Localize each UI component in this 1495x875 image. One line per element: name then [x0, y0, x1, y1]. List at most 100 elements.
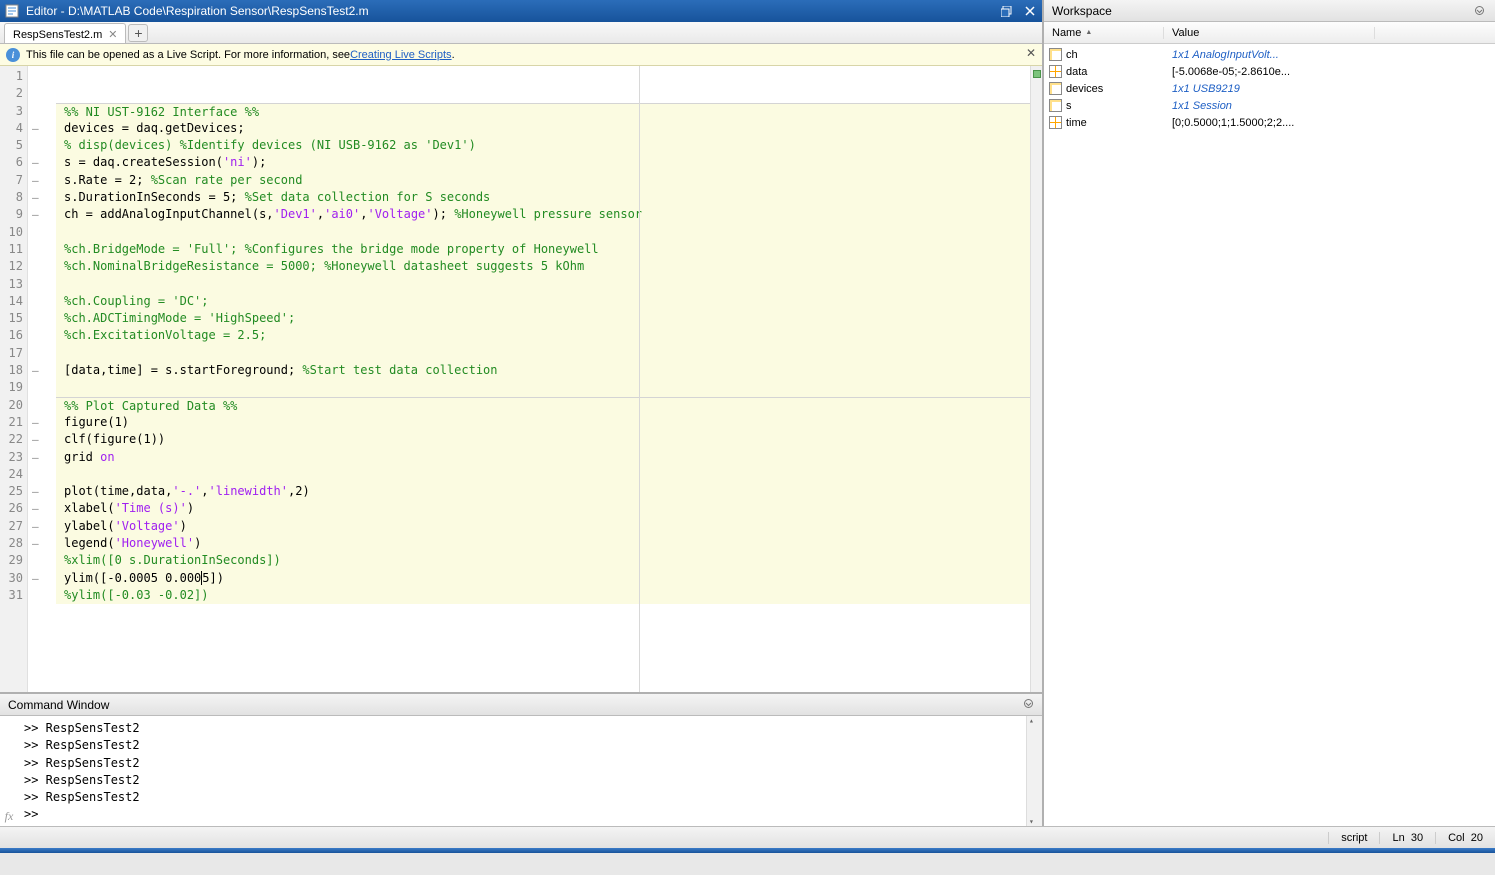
restore-down-icon[interactable] [998, 3, 1014, 19]
text-caret [201, 571, 202, 585]
fold-mark [28, 397, 56, 414]
code-line[interactable]: s = daq.createSession('ni'); [56, 154, 1030, 171]
line-number: 27 [0, 518, 27, 535]
tab-add-button[interactable]: + [128, 24, 148, 42]
workspace-menu-icon[interactable] [1471, 3, 1487, 19]
notice-close-icon[interactable]: ✕ [1026, 46, 1036, 60]
command-window-body[interactable]: fx >> RespSensTest2>> RespSensTest2>> Re… [0, 716, 1042, 826]
command-history-line[interactable]: >> RespSensTest2 [18, 720, 1026, 737]
code-line[interactable]: figure(1) [56, 414, 1030, 431]
fold-mark[interactable]: – [28, 120, 56, 137]
fold-mark[interactable]: – [28, 414, 56, 431]
workspace-var-row[interactable]: time[0;0.5000;1;1.5000;2;2.... [1044, 114, 1495, 131]
code-line[interactable]: %% Plot Captured Data %% [56, 397, 1030, 414]
code-line[interactable]: %ch.ADCTimingMode = 'HighSpeed'; [56, 310, 1030, 327]
line-number: 11 [0, 241, 27, 258]
code-line[interactable]: ylim([-0.0005 0.0005]) [56, 570, 1030, 587]
line-number: 20 [0, 397, 27, 414]
code-line[interactable]: s.DurationInSeconds = 5; %Set data colle… [56, 189, 1030, 206]
code-line[interactable]: %ylim([-0.03 -0.02]) [56, 587, 1030, 604]
code-line[interactable]: ylabel('Voltage') [56, 518, 1030, 535]
code-line[interactable]: % disp(devices) %Identify devices (NI US… [56, 137, 1030, 154]
code-line[interactable]: grid on [56, 449, 1030, 466]
code-line[interactable]: s.Rate = 2; %Scan rate per second [56, 172, 1030, 189]
code-line[interactable]: %xlim([0 s.DurationInSeconds]) [56, 552, 1030, 569]
fold-mark[interactable]: – [28, 172, 56, 189]
fold-mark [28, 137, 56, 154]
code-line[interactable]: legend('Honeywell') [56, 535, 1030, 552]
fold-column[interactable]: –––––––––––––– [28, 66, 56, 692]
workspace-table-header[interactable]: Name▲ Value [1044, 22, 1495, 44]
command-history-line[interactable]: >> RespSensTest2 [18, 789, 1026, 806]
fold-mark[interactable]: – [28, 518, 56, 535]
fold-mark[interactable]: – [28, 189, 56, 206]
tab-label: RespSensTest2.m [13, 29, 102, 41]
code-line[interactable]: %ch.ExcitationVoltage = 2.5; [56, 327, 1030, 344]
fold-mark[interactable]: – [28, 206, 56, 223]
fold-mark [28, 103, 56, 120]
tab-close-icon[interactable]: ✕ [108, 28, 117, 41]
command-history-line[interactable]: >> RespSensTest2 [18, 737, 1026, 754]
fold-mark[interactable]: – [28, 431, 56, 448]
fold-mark[interactable]: – [28, 500, 56, 517]
code-line[interactable]: ch = addAnalogInputChannel(s,'Dev1','ai0… [56, 206, 1030, 223]
command-window-menu-icon[interactable] [1023, 698, 1034, 712]
var-value: [-5.0068e-05;-2.8610e... [1164, 66, 1495, 78]
line-number: 28 [0, 535, 27, 552]
tab-respsenstest2[interactable]: RespSensTest2.m ✕ [4, 23, 126, 43]
scroll-up-icon[interactable]: ▴ [1029, 716, 1034, 725]
fold-mark[interactable]: – [28, 362, 56, 379]
code-line[interactable] [56, 345, 1030, 362]
code-line[interactable]: %ch.NominalBridgeResistance = 5000; %Hon… [56, 258, 1030, 275]
var-name: data [1066, 66, 1164, 78]
command-history-line[interactable]: >> RespSensTest2 [18, 755, 1026, 772]
fold-mark [28, 258, 56, 275]
code-line[interactable] [56, 85, 1030, 102]
code-line[interactable] [56, 68, 1030, 85]
editor-titlebar: Editor - D:\MATLAB Code\Respiration Sens… [0, 0, 1042, 22]
editor-area[interactable]: 1234567891011121314151617181920212223242… [0, 66, 1042, 692]
code-line[interactable]: %% NI UST-9162 Interface %% [56, 103, 1030, 120]
line-number: 4 [0, 120, 27, 137]
close-editor-icon[interactable] [1022, 3, 1038, 19]
code-line[interactable] [56, 466, 1030, 483]
code-line[interactable]: %ch.Coupling = 'DC'; [56, 293, 1030, 310]
code-column[interactable]: %% NI UST-9162 Interface %%devices = daq… [56, 66, 1030, 692]
command-lines[interactable]: >> RespSensTest2>> RespSensTest2>> RespS… [18, 716, 1026, 826]
line-number: 15 [0, 310, 27, 327]
code-line[interactable]: xlabel('Time (s)') [56, 500, 1030, 517]
line-number: 12 [0, 258, 27, 275]
fold-mark[interactable]: – [28, 449, 56, 466]
command-history-line[interactable]: >> RespSensTest2 [18, 772, 1026, 789]
code-line[interactable]: devices = daq.getDevices; [56, 120, 1030, 137]
code-line[interactable]: plot(time,data,'-.','linewidth',2) [56, 483, 1030, 500]
code-line[interactable] [56, 224, 1030, 241]
code-line[interactable]: %ch.BridgeMode = 'Full'; %Configures the… [56, 241, 1030, 258]
var-value: 1x1 USB9219 [1164, 83, 1495, 95]
overview-ruler[interactable] [1030, 66, 1042, 692]
workspace-col-value[interactable]: Value [1164, 27, 1375, 39]
fold-mark[interactable]: – [28, 154, 56, 171]
workspace-col-name[interactable]: Name▲ [1044, 27, 1164, 39]
command-prompt[interactable]: >> [18, 806, 1026, 823]
workspace-var-row[interactable]: s1x1 Session [1044, 97, 1495, 114]
code-line[interactable]: [data,time] = s.startForeground; %Start … [56, 362, 1030, 379]
scroll-down-icon[interactable]: ▾ [1029, 817, 1034, 826]
fold-mark[interactable]: – [28, 535, 56, 552]
command-scrollbar[interactable]: ▴ ▾ [1026, 716, 1042, 826]
fx-icon[interactable]: fx [0, 716, 18, 826]
workspace-var-row[interactable]: ch1x1 AnalogInputVolt... [1044, 46, 1495, 63]
fold-mark[interactable]: – [28, 483, 56, 500]
workspace-var-row[interactable]: data[-5.0068e-05;-2.8610e... [1044, 63, 1495, 80]
overview-ok-mark [1033, 70, 1041, 78]
code-line[interactable]: clf(figure(1)) [56, 431, 1030, 448]
code-line[interactable] [56, 379, 1030, 396]
fold-mark [28, 552, 56, 569]
line-number: 8 [0, 189, 27, 206]
fold-mark[interactable]: – [28, 570, 56, 587]
creating-live-scripts-link[interactable]: Creating Live Scripts [350, 49, 452, 61]
code-line[interactable] [56, 276, 1030, 293]
workspace-var-row[interactable]: devices1x1 USB9219 [1044, 80, 1495, 97]
var-icon [1044, 116, 1066, 129]
print-margin [639, 66, 640, 692]
